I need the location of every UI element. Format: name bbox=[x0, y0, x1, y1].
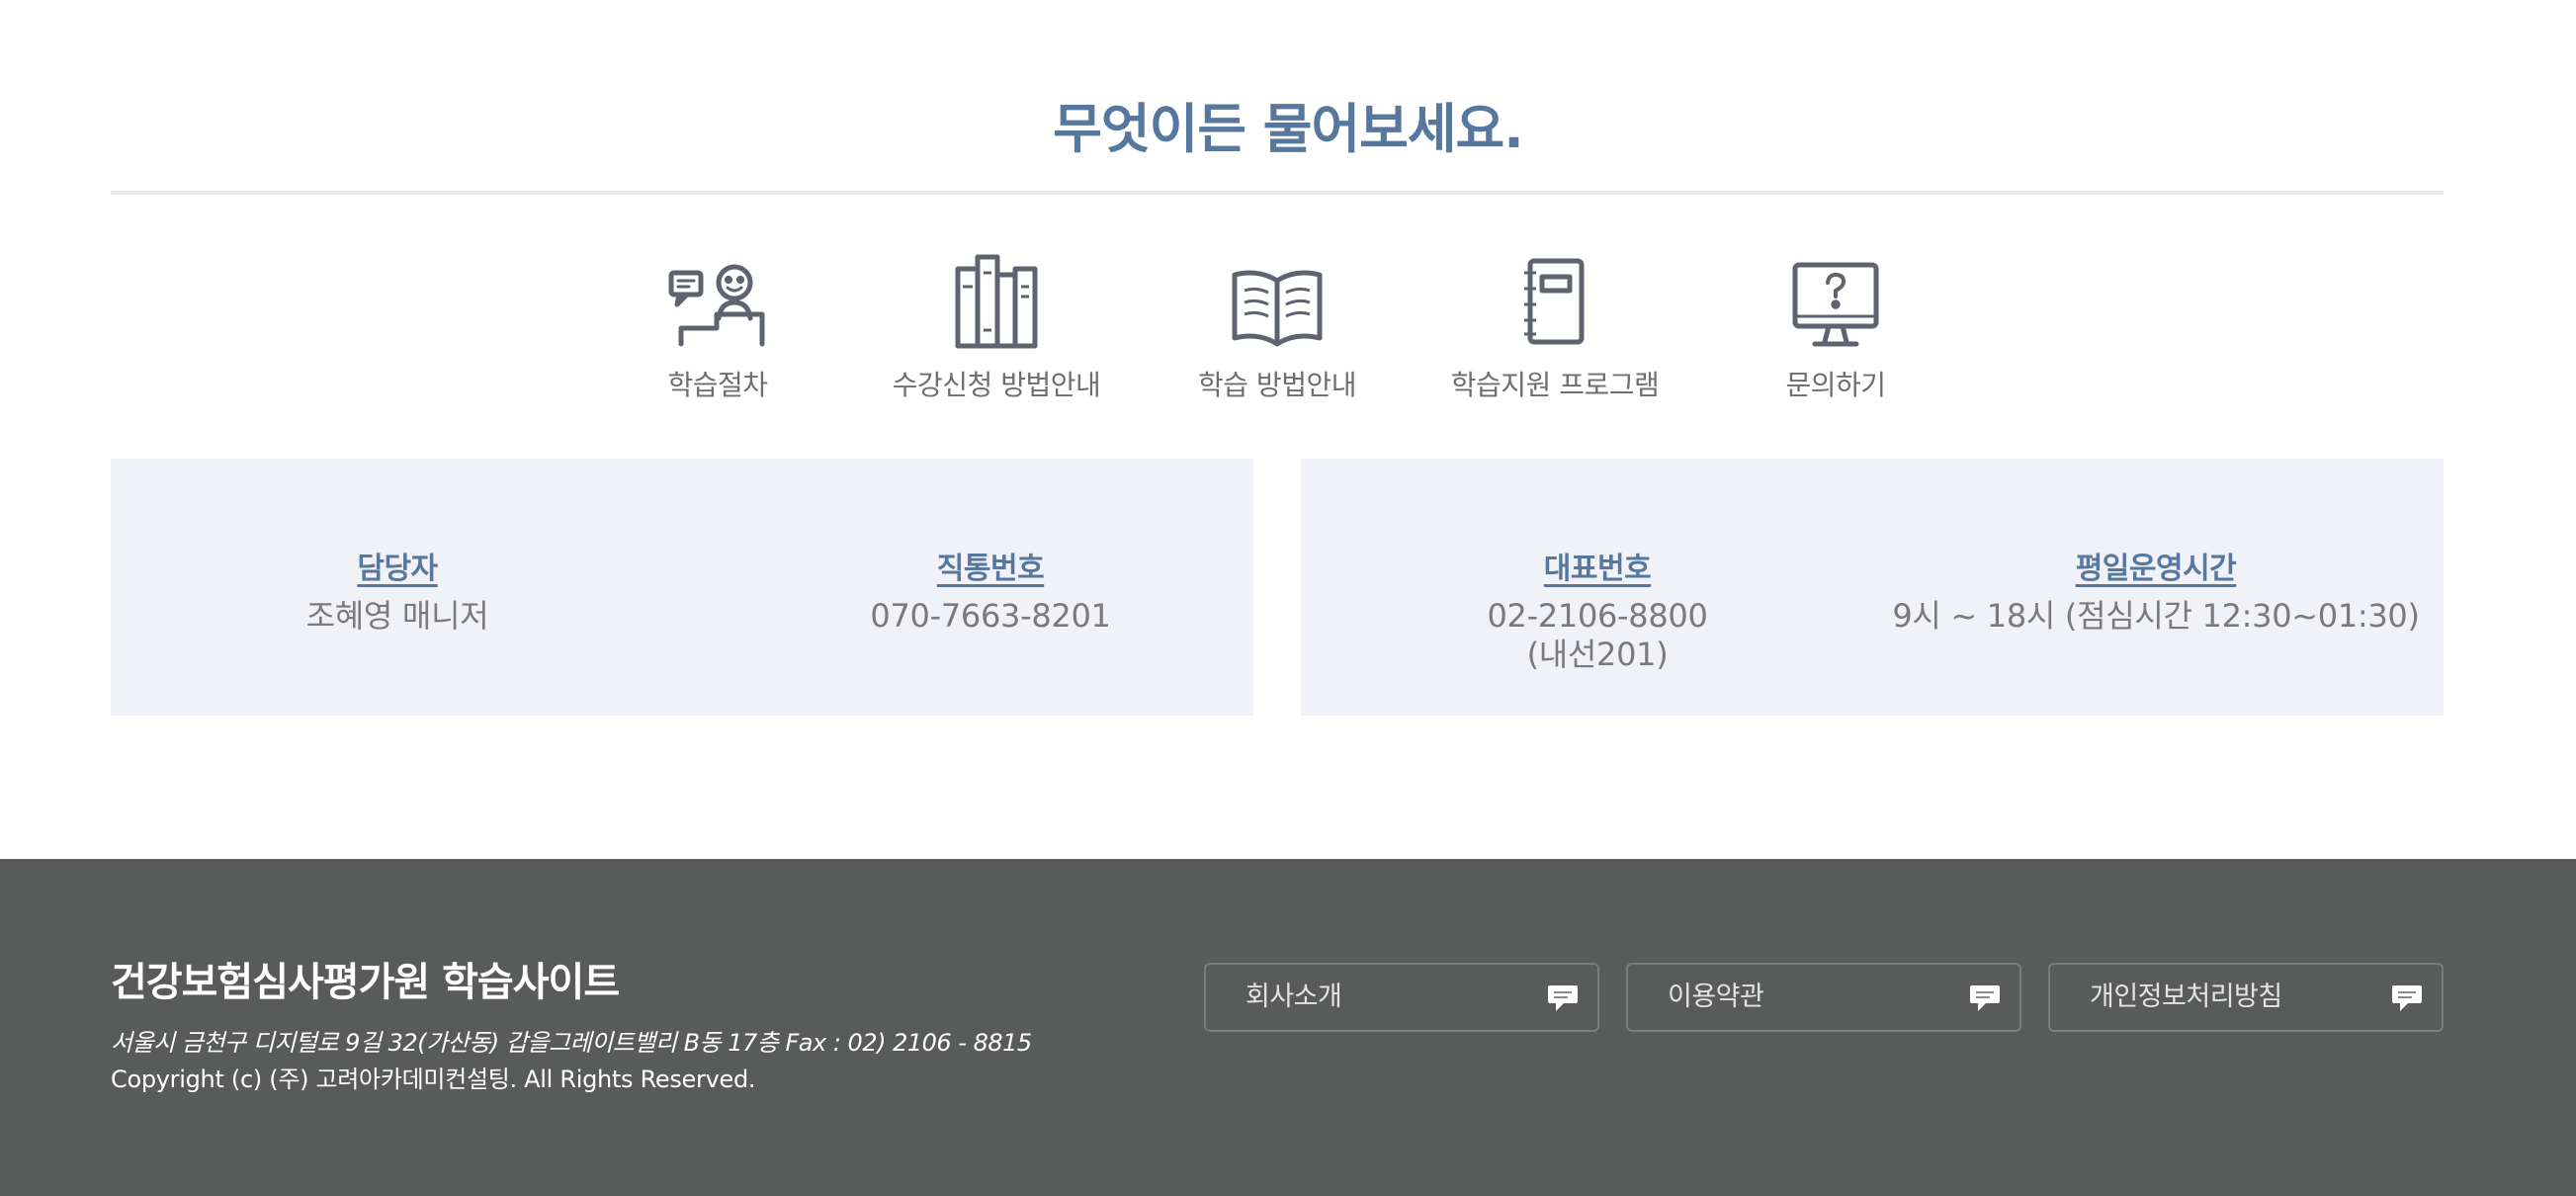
direct-number-value: 070-7663-8201 bbox=[870, 597, 1111, 635]
direct-number-label[interactable]: 직통번호 bbox=[793, 544, 1188, 587]
quick-menu-item-registration[interactable]: 수강신청 방법안내 bbox=[868, 247, 1125, 403]
footer-address: 서울시 금천구 디지털로 9길 32(가산동) 갑을그레이트밸리 B동 17층 … bbox=[111, 1029, 1032, 1057]
quick-menu-label: 문의하기 bbox=[1785, 369, 1886, 401]
contact-panel-left: 담당자 조혜영 매니저 직통번호 070-7663-8201 bbox=[111, 459, 1253, 716]
quick-menu-label: 수강신청 방법안내 bbox=[892, 369, 1101, 401]
open-book-icon bbox=[1232, 270, 1323, 347]
footer-copyright: Copyright (c) (주) 고려아카데미컨설팅. All Rights … bbox=[111, 1066, 756, 1093]
main-number-label[interactable]: 대표번호 bbox=[1400, 544, 1795, 587]
quick-menu-item-procedure[interactable]: 학습절차 bbox=[589, 247, 846, 403]
quick-menu: 학습절차 수강신청 방법안내 학습 방법안내 학습지원 프로그램 문의하기 bbox=[0, 247, 2576, 405]
hours-value: 9시 ~ 18시 (점심시간 12:30~01:30) bbox=[1892, 597, 2420, 635]
footer: 건강보험심사평가원 학습사이트 서울시 금천구 디지털로 9길 32(가산동) … bbox=[0, 859, 2576, 1196]
main-number-line1: 02-2106-8800 bbox=[1487, 597, 1708, 635]
contact-panel-right: 대표번호 02-2106-8800 (내선201) 평일운영시간 9시 ~ 18… bbox=[1301, 459, 2444, 716]
manager-info: 담당자 조혜영 매니저 bbox=[219, 459, 575, 716]
direct-number-info: 직통번호 070-7663-8201 bbox=[793, 459, 1188, 716]
speech-bubble-icon bbox=[2392, 985, 2422, 1011]
hours-info: 평일운영시간 9시 ~ 18시 (점심시간 12:30~01:30) bbox=[1884, 459, 2428, 716]
footer-site-title: 건강보험심사평가원 학습사이트 bbox=[111, 960, 620, 1005]
company-intro-button[interactable]: 회사소개 bbox=[1204, 963, 1599, 1032]
manager-value: 조혜영 매니저 bbox=[305, 597, 489, 635]
quick-menu-label: 학습 방법안내 bbox=[1198, 369, 1356, 401]
terms-button[interactable]: 이용약관 bbox=[1626, 963, 2021, 1032]
main-number-line2: (내선201) bbox=[1526, 636, 1669, 673]
section-title: 무엇이든 물어보세요. bbox=[1053, 98, 1523, 160]
monitor-question-icon bbox=[1792, 262, 1879, 347]
privacy-policy-label: 개인정보처리방침 bbox=[2090, 982, 2282, 1012]
manager-label[interactable]: 담당자 bbox=[219, 544, 575, 587]
quick-menu-label: 학습절차 bbox=[667, 369, 768, 401]
quick-menu-item-support-program[interactable]: 학습지원 프로그램 bbox=[1426, 247, 1683, 403]
quick-menu-label: 학습지원 프로그램 bbox=[1450, 369, 1660, 401]
notebook-icon bbox=[1524, 258, 1585, 345]
consultation-icon bbox=[668, 264, 765, 347]
books-icon bbox=[955, 254, 1038, 349]
main-number-info: 대표번호 02-2106-8800 (내선201) bbox=[1400, 459, 1795, 716]
divider bbox=[111, 191, 2444, 195]
speech-bubble-icon bbox=[1548, 985, 1578, 1011]
quick-menu-item-study-method[interactable]: 학습 방법안내 bbox=[1149, 247, 1406, 403]
hours-label[interactable]: 평일운영시간 bbox=[1884, 544, 2428, 587]
main-number-value: 02-2106-8800 (내선201) bbox=[1400, 597, 1795, 674]
terms-label: 이용약관 bbox=[1668, 982, 1764, 1012]
speech-bubble-icon bbox=[1970, 985, 2000, 1011]
privacy-policy-button[interactable]: 개인정보처리방침 bbox=[2048, 963, 2444, 1032]
quick-menu-item-inquiry[interactable]: 문의하기 bbox=[1707, 247, 1964, 403]
company-intro-label: 회사소개 bbox=[1245, 982, 1342, 1012]
